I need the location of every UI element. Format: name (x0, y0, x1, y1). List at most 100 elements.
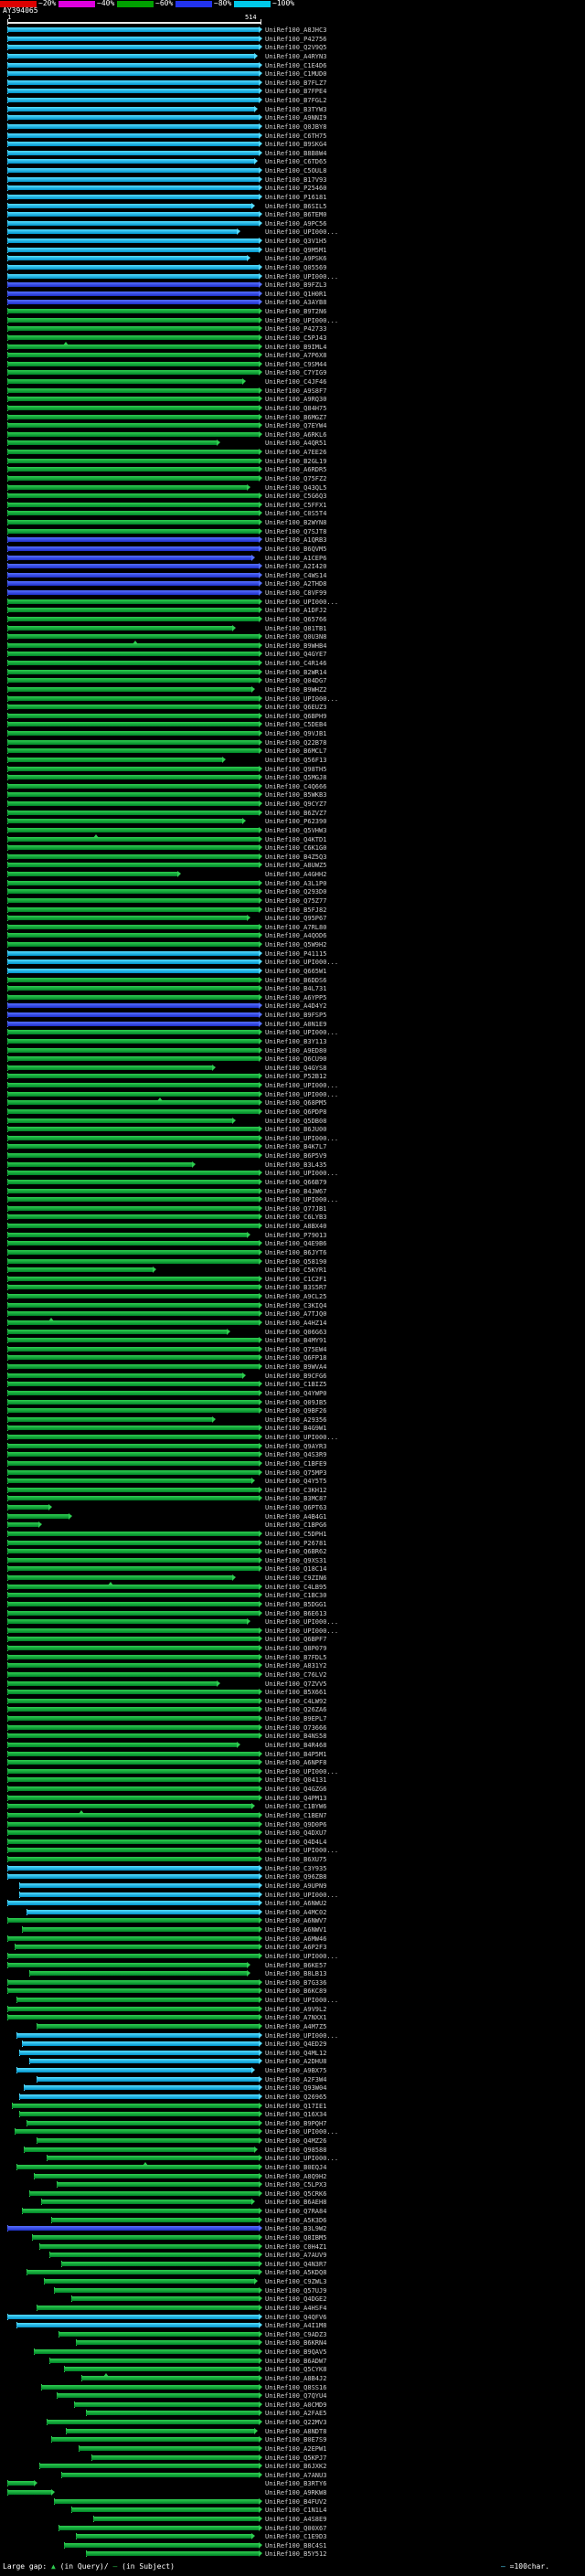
hit-bar[interactable] (7, 194, 259, 199)
hit-bar[interactable] (7, 1988, 259, 1994)
hit-label[interactable]: UniRef100_A2EPW1 (265, 2445, 326, 2453)
hit-bar[interactable] (7, 739, 259, 745)
hit-bar[interactable] (7, 1153, 259, 1158)
hit-label[interactable]: UniRef100_Q4GYS8 (265, 1065, 326, 1072)
hit-label[interactable]: UniRef100_C3KIQ4 (265, 1302, 326, 1309)
hit-label[interactable]: UniRef100_Q5KPJ7 (265, 2454, 326, 2462)
hit-bar[interactable] (86, 2551, 259, 2557)
hit-bar[interactable] (7, 546, 259, 551)
hit-label[interactable]: UniRef100_UPI000... (265, 228, 338, 236)
hit-label[interactable]: UniRef100_B2WYN8 (265, 519, 326, 526)
hit-bar[interactable] (7, 1768, 259, 1774)
hit-label[interactable]: UniRef100_UPI000... (265, 1082, 338, 1089)
hit-bar[interactable] (14, 2129, 259, 2135)
hit-label[interactable]: UniRef100_Q77JB1 (265, 1205, 326, 1213)
hit-label[interactable]: UniRef100_C6TH75 (265, 133, 326, 140)
hit-label[interactable]: UniRef100_Q9M5M1 (265, 247, 326, 254)
hit-label[interactable]: UniRef100_Q4E9B6 (265, 1240, 326, 1247)
hit-bar[interactable] (7, 150, 259, 155)
hit-bar[interactable] (7, 1355, 259, 1361)
hit-bar[interactable] (7, 282, 259, 288)
hit-label[interactable]: UniRef100_B9CFG6 (265, 1373, 326, 1380)
hit-bar[interactable] (7, 1575, 232, 1580)
hit-label[interactable]: UniRef100_B9FZL3 (265, 281, 326, 289)
hit-bar[interactable] (7, 247, 259, 252)
hit-label[interactable]: UniRef100_B3Y113 (265, 1038, 326, 1045)
hit-label[interactable]: UniRef100_Q5DB08 (265, 1118, 326, 1125)
hit-bar[interactable] (7, 2481, 34, 2486)
hit-label[interactable]: UniRef100_C0S5T4 (265, 510, 326, 517)
hit-label[interactable]: UniRef100_Q26965 (265, 2094, 326, 2101)
hit-label[interactable]: UniRef100_UPI000... (265, 1091, 338, 1098)
hit-bar[interactable] (7, 450, 259, 454)
hit-bar[interactable] (7, 845, 259, 851)
hit-label[interactable]: UniRef100_A6YPP5 (265, 994, 326, 1002)
hit-bar[interactable] (7, 757, 222, 762)
hit-label[interactable]: UniRef100_UPI000... (265, 1170, 338, 1177)
hit-label[interactable]: UniRef100_A9RKW8 (265, 2489, 326, 2496)
hit-bar[interactable] (19, 1892, 259, 1897)
hit-label[interactable]: UniRef100_Q7ZVV5 (265, 1680, 326, 1688)
hit-label[interactable]: UniRef100_C1E4D6 (265, 62, 326, 69)
hit-bar[interactable] (86, 2411, 259, 2416)
hit-bar[interactable] (7, 1161, 193, 1167)
hit-bar[interactable] (19, 1882, 259, 1888)
hit-bar[interactable] (7, 1460, 259, 1466)
hit-label[interactable]: UniRef100_Q00X67 (265, 2525, 326, 2532)
hit-bar[interactable] (7, 1224, 259, 1228)
hit-bar[interactable] (7, 36, 259, 41)
hit-label[interactable]: UniRef100_B8C4S1 (265, 2542, 326, 2549)
hit-label[interactable]: UniRef100_B9T2N6 (265, 308, 326, 315)
hit-label[interactable]: UniRef100_A6RKL6 (265, 431, 326, 439)
hit-bar[interactable] (7, 1065, 213, 1070)
hit-label[interactable]: UniRef100_A7RL80 (265, 924, 326, 931)
hit-label[interactable]: UniRef100_A2I420 (265, 563, 326, 570)
hit-label[interactable]: UniRef100_Q665W1 (265, 968, 326, 975)
hit-bar[interactable] (7, 1935, 259, 1941)
hit-bar[interactable] (7, 168, 259, 173)
hit-label[interactable]: UniRef100_A7TJQ0 (265, 1310, 326, 1318)
hit-label[interactable]: UniRef100_A1DFJ2 (265, 607, 326, 614)
hit-label[interactable]: UniRef100_Q43QL5 (265, 484, 326, 492)
hit-label[interactable]: UniRef100_Q4QFV6 (265, 2314, 326, 2321)
hit-label[interactable]: UniRef100_Q5CRK6 (265, 2190, 326, 2198)
hit-bar[interactable] (21, 2041, 259, 2047)
hit-bar[interactable] (53, 2287, 259, 2293)
hit-bar[interactable] (7, 1707, 259, 1712)
hit-label[interactable]: UniRef100_P52B12 (265, 1073, 326, 1080)
hit-bar[interactable] (7, 924, 259, 929)
hit-bar[interactable] (7, 239, 259, 243)
hit-bar[interactable] (7, 405, 259, 410)
hit-label[interactable]: UniRef100_A2F3W4 (265, 2076, 326, 2083)
hit-bar[interactable] (7, 564, 259, 569)
hit-label[interactable]: UniRef100_Q4N3R7 (265, 2261, 326, 2268)
hit-label[interactable]: UniRef100_A7ANU3 (265, 2472, 326, 2479)
hit-label[interactable]: UniRef100_Q4S3R9 (265, 1451, 326, 1458)
hit-label[interactable]: UniRef100_UPI000... (265, 1892, 338, 1899)
hit-label[interactable]: UniRef100_B6KRN4 (265, 2339, 326, 2347)
hit-bar[interactable] (7, 220, 259, 226)
hit-label[interactable]: UniRef100_B6ZVZ7 (265, 810, 326, 817)
hit-bar[interactable] (7, 1962, 247, 1967)
hit-label[interactable]: UniRef100_C6K1G0 (265, 844, 326, 852)
hit-bar[interactable] (7, 27, 259, 32)
hit-bar[interactable] (7, 1733, 259, 1739)
hit-label[interactable]: UniRef100_Q58190 (265, 1258, 326, 1266)
hit-label[interactable]: UniRef100_B5FJ82 (265, 906, 326, 914)
hit-label[interactable]: UniRef100_Q22MV3 (265, 2419, 326, 2426)
hit-label[interactable]: UniRef100_A2FAE5 (265, 2410, 326, 2417)
hit-bar[interactable] (34, 2349, 259, 2354)
hit-label[interactable]: UniRef100_C6TD65 (265, 158, 326, 165)
hit-label[interactable]: UniRef100_B6XU75 (265, 1856, 326, 1863)
hit-bar[interactable] (7, 819, 242, 824)
hit-bar[interactable] (7, 1901, 259, 1906)
hit-bar[interactable] (28, 2059, 259, 2064)
hit-label[interactable]: UniRef100_A8JHC3 (265, 27, 326, 34)
hit-label[interactable]: UniRef100_A9CL25 (265, 1293, 326, 1300)
hit-bar[interactable] (7, 652, 259, 657)
hit-bar[interactable] (51, 2217, 259, 2222)
hit-bar[interactable] (7, 810, 259, 815)
hit-bar[interactable] (7, 414, 259, 419)
hit-label[interactable]: UniRef100_B6E613 (265, 1610, 326, 1617)
hit-label[interactable]: UniRef100_C4LB95 (265, 1584, 326, 1591)
